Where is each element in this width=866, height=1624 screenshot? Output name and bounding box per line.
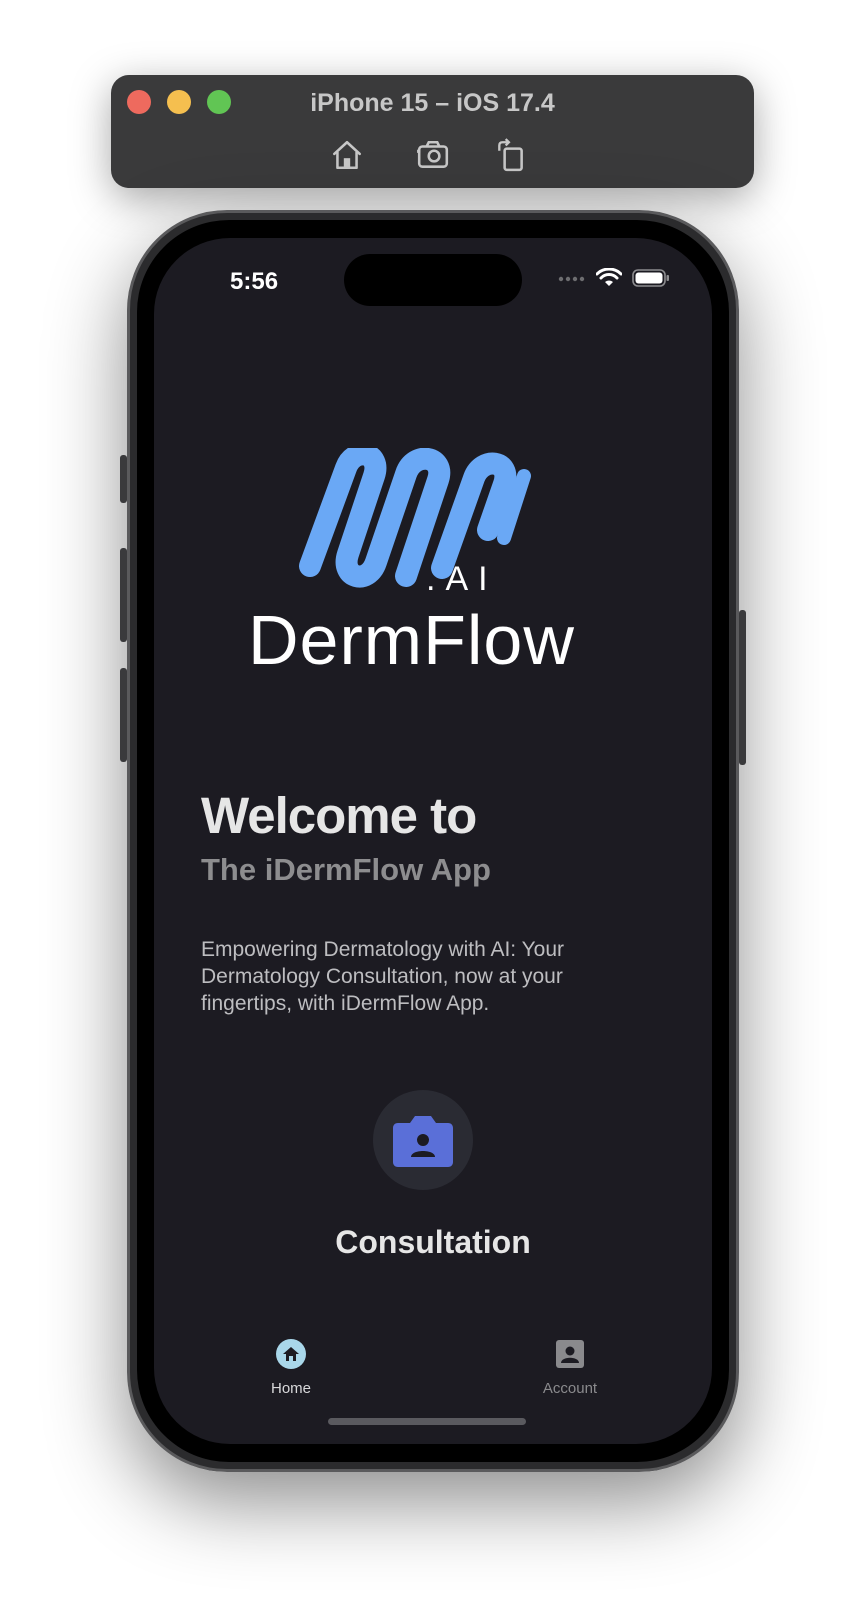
home-icon: [276, 1339, 306, 1369]
consultation-label[interactable]: Consultation: [154, 1224, 712, 1261]
tab-home[interactable]: Home: [231, 1336, 351, 1397]
simulator-stage: iPhone 15 – iOS 17.4 5:56 .AI DermFlow W…: [0, 0, 866, 1624]
rotate-button[interactable]: [491, 135, 531, 175]
home-indicator[interactable]: [328, 1418, 526, 1425]
wifi-icon: [596, 268, 622, 286]
consultation-button[interactable]: [373, 1090, 473, 1190]
welcome-subtitle: The iDermFlow App: [201, 852, 491, 887]
screenshot-button[interactable]: [413, 135, 453, 175]
logo-ai-suffix: .AI: [426, 560, 498, 598]
volume-down-button[interactable]: [120, 668, 127, 762]
welcome-description: Empowering Dermatology with AI: Your Der…: [201, 938, 565, 1015]
tab-home-label: Home: [270, 1380, 311, 1397]
app-screen: 5:56 .AI DermFlow Welcome to The iDermFl…: [154, 238, 712, 1444]
welcome-title: Welcome to: [201, 787, 477, 844]
rotate-icon: [498, 138, 523, 172]
camera-account-icon: [393, 1116, 453, 1167]
tab-account-label: Account: [542, 1380, 598, 1397]
volume-up-button[interactable]: [120, 548, 127, 642]
home-icon: [332, 140, 362, 170]
simulator-toolbar: iPhone 15 – iOS 17.4: [111, 75, 754, 188]
status-icons: [558, 268, 670, 288]
logo-wordmark: DermFlow: [248, 601, 575, 679]
screenshot-icon: [417, 140, 449, 168]
dynamic-island: [344, 254, 522, 306]
signal-icon: [558, 276, 585, 282]
simulator-title: iPhone 15 – iOS 17.4: [310, 89, 555, 117]
battery-icon: [632, 269, 669, 287]
tab-account[interactable]: Account: [510, 1336, 630, 1397]
action-button[interactable]: [120, 455, 127, 503]
status-time: 5:56: [230, 268, 279, 295]
account-box-icon: [556, 1340, 584, 1368]
home-button[interactable]: [327, 135, 367, 175]
power-button[interactable]: [739, 610, 746, 765]
